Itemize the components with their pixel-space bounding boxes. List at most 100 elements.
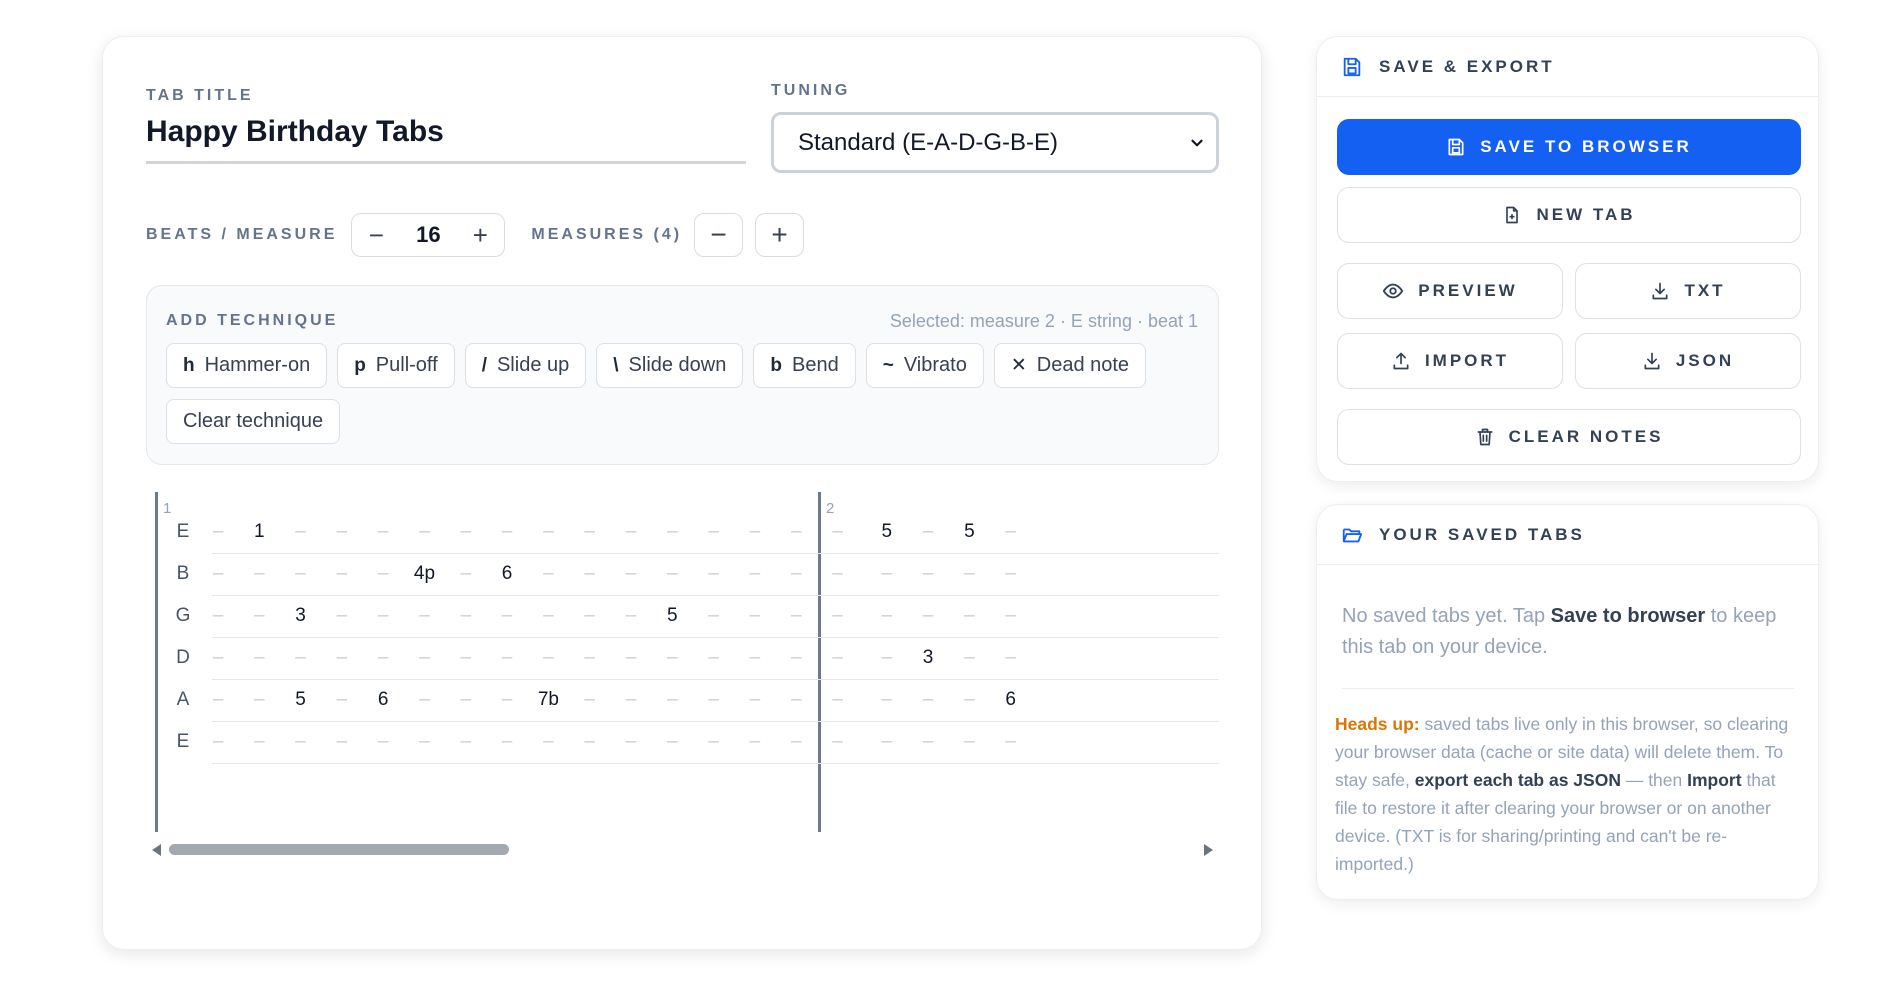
tab-cell-empty[interactable]: – xyxy=(363,731,403,753)
tab-cell-empty[interactable]: – xyxy=(818,521,858,543)
tab-cell-empty[interactable]: – xyxy=(949,731,989,753)
new-tab-button[interactable]: NEW TAB xyxy=(1337,187,1801,243)
tab-cell-empty[interactable]: – xyxy=(652,563,692,585)
tab-cell-empty[interactable]: – xyxy=(867,689,907,711)
tab-cell-empty[interactable]: – xyxy=(652,731,692,753)
tab-cell-empty[interactable]: – xyxy=(949,689,989,711)
tab-cell-empty[interactable]: – xyxy=(446,689,486,711)
tab-cell-empty[interactable]: – xyxy=(694,521,734,543)
beats-value[interactable]: 16 xyxy=(400,222,456,248)
slide-up-button[interactable]: / Slide up xyxy=(464,343,587,388)
tab-cell-empty[interactable]: – xyxy=(405,731,445,753)
clear-technique-button[interactable]: Clear technique xyxy=(166,399,341,444)
tab-cell-empty[interactable]: – xyxy=(611,647,651,669)
tab-note[interactable]: 5 xyxy=(281,689,321,711)
tab-cell-empty[interactable]: – xyxy=(446,521,486,543)
tab-cell-empty[interactable]: – xyxy=(198,605,238,627)
scroll-right-arrow-icon[interactable] xyxy=(1204,844,1213,856)
tab-cell-empty[interactable]: – xyxy=(735,521,775,543)
tab-note[interactable]: 5 xyxy=(652,605,692,627)
tab-cell-empty[interactable]: – xyxy=(949,563,989,585)
tab-cell-empty[interactable]: – xyxy=(198,731,238,753)
tab-cell-empty[interactable]: – xyxy=(694,731,734,753)
tab-note[interactable]: 3 xyxy=(908,647,948,669)
tab-cell-empty[interactable]: – xyxy=(487,689,527,711)
tab-cell-empty[interactable]: – xyxy=(446,647,486,669)
tab-note[interactable]: 6 xyxy=(487,563,527,585)
tab-cell-empty[interactable]: – xyxy=(867,731,907,753)
tab-cell-empty[interactable]: – xyxy=(198,689,238,711)
tab-note[interactable]: 4p xyxy=(405,563,445,585)
tab-cell-empty[interactable]: – xyxy=(528,605,568,627)
tab-cell-empty[interactable]: – xyxy=(198,647,238,669)
tab-cell-empty[interactable]: – xyxy=(611,563,651,585)
tab-cell-empty[interactable]: – xyxy=(908,521,948,543)
tab-cell-empty[interactable]: – xyxy=(363,563,403,585)
tab-cell-empty[interactable]: – xyxy=(611,689,651,711)
tab-cell-empty[interactable]: – xyxy=(570,689,610,711)
tab-cell-empty[interactable]: – xyxy=(528,521,568,543)
tab-cell-empty[interactable]: – xyxy=(776,689,816,711)
tab-cell-empty[interactable]: – xyxy=(908,731,948,753)
tab-cell-empty[interactable]: – xyxy=(776,605,816,627)
tab-cell-empty[interactable]: – xyxy=(487,605,527,627)
tab-cell-empty[interactable]: – xyxy=(322,605,362,627)
tab-cell-empty[interactable]: – xyxy=(487,521,527,543)
tab-cell-empty[interactable]: – xyxy=(949,647,989,669)
tab-cell-empty[interactable]: – xyxy=(735,731,775,753)
tab-cell-empty[interactable]: – xyxy=(528,731,568,753)
tab-cell-empty[interactable]: – xyxy=(776,731,816,753)
export-json-button[interactable]: JSON xyxy=(1575,333,1801,389)
tab-cell-empty[interactable]: – xyxy=(281,563,321,585)
tab-cell-empty[interactable]: – xyxy=(239,689,279,711)
tab-cell-empty[interactable]: – xyxy=(652,647,692,669)
slide-down-button[interactable]: \ Slide down xyxy=(596,343,744,388)
tab-cell-empty[interactable]: – xyxy=(405,689,445,711)
tab-cell-empty[interactable]: – xyxy=(776,647,816,669)
tab-cell-empty[interactable]: – xyxy=(694,647,734,669)
tab-cell-empty[interactable]: – xyxy=(867,605,907,627)
pull-off-button[interactable]: p Pull-off xyxy=(337,343,455,388)
tab-cell-empty[interactable]: – xyxy=(735,689,775,711)
tab-cell-empty[interactable]: – xyxy=(322,563,362,585)
tab-cell-empty[interactable]: – xyxy=(949,605,989,627)
tab-cell-empty[interactable]: – xyxy=(991,563,1031,585)
tab-cell-empty[interactable]: – xyxy=(776,521,816,543)
tab-cell-empty[interactable]: – xyxy=(611,731,651,753)
measures-increment-button[interactable]: + xyxy=(755,213,805,257)
scroll-left-arrow-icon[interactable] xyxy=(152,844,161,856)
title-input[interactable]: Happy Birthday Tabs xyxy=(146,115,746,164)
tab-cell-empty[interactable]: – xyxy=(818,647,858,669)
tab-cell-empty[interactable]: – xyxy=(818,731,858,753)
tab-cell-empty[interactable]: – xyxy=(487,647,527,669)
save-to-browser-button[interactable]: SAVE TO BROWSER xyxy=(1337,119,1801,175)
tab-cell-empty[interactable]: – xyxy=(239,605,279,627)
bend-button[interactable]: b Bend xyxy=(753,343,856,388)
tab-cell-empty[interactable]: – xyxy=(818,605,858,627)
tab-note[interactable]: 1 xyxy=(239,521,279,543)
tab-cell-empty[interactable]: – xyxy=(611,605,651,627)
tab-cell-empty[interactable]: – xyxy=(991,605,1031,627)
hammer-on-button[interactable]: h Hammer-on xyxy=(166,343,328,388)
tab-cell-empty[interactable]: – xyxy=(446,731,486,753)
tab-cell-empty[interactable]: – xyxy=(776,563,816,585)
tab-cell-empty[interactable]: – xyxy=(570,605,610,627)
tab-cell-empty[interactable]: – xyxy=(322,647,362,669)
tab-cell-empty[interactable]: – xyxy=(570,731,610,753)
measures-decrement-button[interactable]: − xyxy=(694,213,744,257)
tab-cell-empty[interactable]: – xyxy=(570,521,610,543)
tab-cell-empty[interactable]: – xyxy=(363,521,403,543)
tab-cell-empty[interactable]: – xyxy=(405,605,445,627)
tab-note[interactable]: 7b xyxy=(528,689,568,711)
tab-cell-empty[interactable]: – xyxy=(908,689,948,711)
tab-cell-empty[interactable]: – xyxy=(322,521,362,543)
tab-cell-empty[interactable]: – xyxy=(652,521,692,543)
tab-cell-empty[interactable]: – xyxy=(239,563,279,585)
tab-cell-empty[interactable]: – xyxy=(991,521,1031,543)
tab-cell-empty[interactable]: – xyxy=(735,605,775,627)
tab-cell-empty[interactable]: – xyxy=(405,521,445,543)
tab-cell-empty[interactable]: – xyxy=(570,647,610,669)
tab-cell-empty[interactable]: – xyxy=(818,563,858,585)
tab-cell-empty[interactable]: – xyxy=(694,605,734,627)
tab-cell-empty[interactable]: – xyxy=(652,689,692,711)
